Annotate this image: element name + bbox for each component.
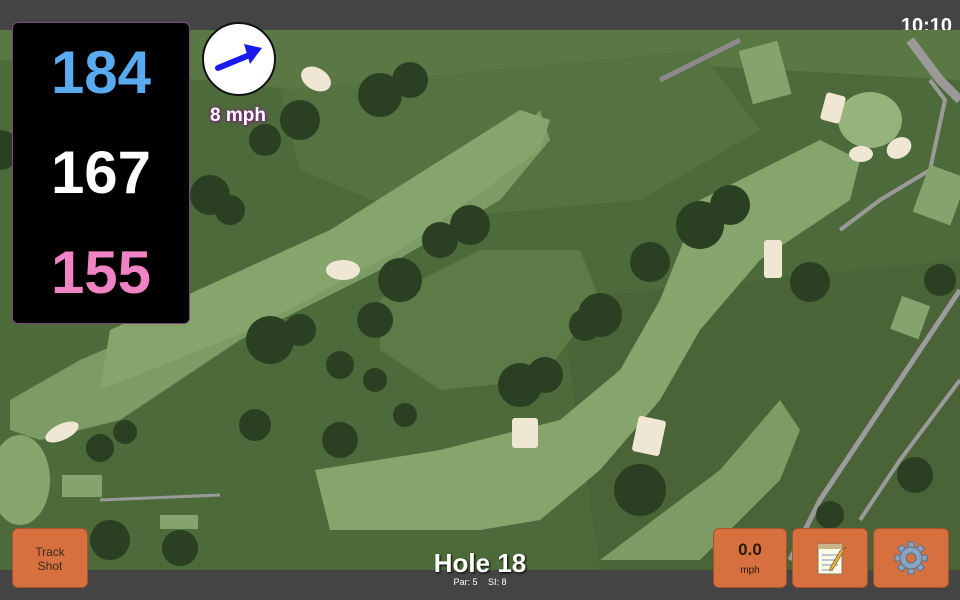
shot-speed-value: 0.0 (738, 540, 762, 559)
settings-button[interactable] (873, 528, 949, 588)
hole-stroke-index: SI: 8 (488, 577, 507, 587)
hole-par: Par: 5 (453, 577, 478, 587)
wind-speed: 8 mph (210, 105, 266, 126)
track-shot-label-2: Shot (37, 559, 63, 573)
notepad-icon (817, 543, 847, 575)
front-distance: 155 (50, 239, 152, 306)
shot-speed-unit: mph (740, 565, 760, 576)
wind-direction-arrow-icon (215, 44, 262, 71)
shot-speed-button[interactable]: 0.0 mph (713, 528, 787, 588)
wind-indicator (202, 22, 276, 96)
gear-icon (894, 541, 928, 575)
track-shot-label-1: Track (35, 545, 65, 559)
track-shot-button[interactable]: Track Shot (12, 528, 88, 588)
back-distance: 184 (50, 39, 152, 106)
distance-panel: 184 167 155 (12, 22, 190, 324)
hole-title: Hole 18 (433, 548, 527, 578)
middle-distance: 167 (50, 139, 152, 206)
notes-button[interactable] (792, 528, 868, 588)
hole-info: Par: 5 SI: 8 (400, 577, 560, 587)
